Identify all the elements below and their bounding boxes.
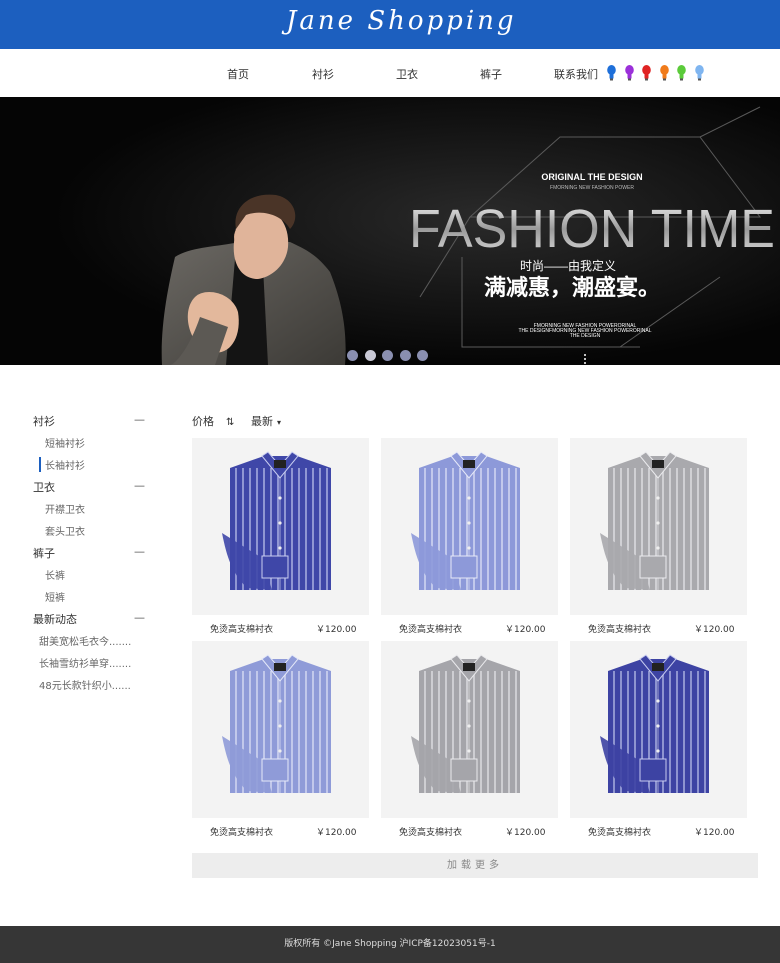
product-image[interactable]	[192, 641, 369, 818]
product-card[interactable]: 免烫高支棉衬衣 ￥120.00	[570, 641, 747, 841]
product-name[interactable]: 免烫高支棉衬衣	[210, 825, 273, 838]
sidebar-subitem[interactable]: 短裤	[45, 589, 65, 604]
sort-price[interactable]: 价格 ⇅	[192, 413, 234, 429]
shirt-image	[411, 451, 520, 590]
shirt-image	[411, 654, 520, 793]
main-nav: 首页 衬衫 卫衣 裤子 联系我们	[0, 49, 780, 97]
sidebar-subitem[interactable]: 套头卫衣	[45, 523, 85, 538]
product-image[interactable]	[192, 438, 369, 615]
slider-dot[interactable]	[382, 350, 393, 361]
lightbulb-icon[interactable]	[624, 65, 634, 81]
sidebar-category[interactable]: 裤子 —	[33, 545, 145, 561]
footer-copyright: 版权所有 ©Jane Shopping 沪ICP备12023051号-1	[284, 939, 496, 949]
product-image[interactable]	[570, 438, 747, 615]
news-item[interactable]: 48元长款针织小......	[39, 677, 131, 692]
shirt-image	[222, 654, 331, 793]
product-name[interactable]: 免烫高支棉衬衣	[210, 622, 273, 635]
slider-dot[interactable]	[399, 350, 411, 361]
sidebar-category[interactable]: 最新动态 —	[33, 611, 145, 627]
banner-tagline: ORIGINAL THE DESIGN	[541, 172, 642, 182]
product-card[interactable]: 免烫高支棉衬衣 ￥120.00	[570, 438, 747, 638]
product-image[interactable]	[570, 641, 747, 818]
sidebar-subitem[interactable]: 长袖衬衫	[39, 457, 85, 472]
sort-latest[interactable]: 最新 ▾	[251, 413, 281, 429]
lightbulb-icon[interactable]	[659, 65, 669, 81]
chevron-down-icon: ▾	[277, 418, 282, 427]
product-image[interactable]	[381, 438, 558, 615]
banner-headline: FASHION TIME	[409, 199, 775, 259]
sidebar-category[interactable]: 衬衫 —	[33, 413, 145, 429]
scroll-hint-icon	[584, 354, 586, 364]
collapse-icon[interactable]: —	[134, 545, 145, 558]
nav-pants[interactable]: 裤子	[480, 66, 502, 82]
sidebar-category-label: 最新动态	[33, 613, 77, 626]
hero-banner[interactable]: ORIGINAL THE DESIGN FMORNING NEW FASHION…	[0, 97, 780, 365]
nav-home[interactable]: 首页	[227, 66, 249, 82]
banner-slogan-big: 满减惠，潮盛宴。	[484, 275, 660, 300]
product-card[interactable]: 免烫高支棉衬衣 ￥120.00	[192, 641, 369, 841]
shirt-image	[600, 654, 709, 793]
lightbulb-icon[interactable]	[677, 65, 686, 81]
footer: 版权所有 ©Jane Shopping 沪ICP备12023051号-1	[0, 926, 780, 963]
product-card[interactable]: 免烫高支棉衬衣 ￥120.00	[381, 438, 558, 638]
shirt-image	[600, 451, 709, 590]
sidebar-category-label: 衬衫	[33, 415, 55, 428]
product-image[interactable]	[381, 641, 558, 818]
product-name[interactable]: 免烫高支棉衬衣	[588, 825, 651, 838]
banner-art: ORIGINAL THE DESIGN FMORNING NEW FASHION…	[0, 97, 780, 365]
top-header: Jane Shopping	[0, 0, 780, 49]
news-item[interactable]: 甜美宽松毛衣今.......	[39, 633, 131, 648]
collapse-icon[interactable]: —	[134, 479, 145, 492]
lightbulb-icon[interactable]	[642, 65, 651, 81]
product-price: ￥120.00	[316, 828, 357, 838]
sort-arrows-icon: ⇅	[226, 417, 235, 428]
sidebar-subitem[interactable]: 短袖衬衫	[45, 435, 85, 450]
product-price: ￥120.00	[505, 828, 546, 838]
nav-contact[interactable]: 联系我们	[554, 66, 598, 82]
product-price: ￥120.00	[316, 625, 357, 635]
product-card[interactable]: 免烫高支棉衬衣 ￥120.00	[381, 641, 558, 841]
product-price: ￥120.00	[694, 828, 735, 838]
collapse-icon[interactable]: —	[134, 611, 145, 624]
lightbulb-icon[interactable]	[607, 65, 616, 81]
product-price: ￥120.00	[505, 625, 546, 635]
news-item[interactable]: 长袖雪纺衫单穿.......	[39, 655, 131, 670]
sidebar-subitem[interactable]: 开襟卫衣	[45, 501, 85, 516]
banner-slogan-small: 时尚——由我定义	[520, 258, 616, 273]
collapse-icon[interactable]: —	[134, 413, 145, 426]
sidebar-subitem[interactable]: 长裤	[45, 567, 65, 582]
lightbulb-icon[interactable]	[694, 65, 704, 81]
banner-tagline-sub: FMORNING NEW FASHION POWER	[550, 185, 634, 191]
sidebar-category[interactable]: 卫衣 —	[33, 479, 145, 495]
slider-dot[interactable]	[364, 350, 376, 361]
slider-dot[interactable]	[417, 350, 428, 361]
nav-shirts[interactable]: 衬衫	[312, 66, 334, 82]
product-card[interactable]: 免烫高支棉衬衣 ￥120.00	[192, 438, 369, 638]
product-price: ￥120.00	[694, 625, 735, 635]
product-name[interactable]: 免烫高支棉衬衣	[588, 622, 651, 635]
banner-fine-print-3: THE DESIGN	[570, 333, 601, 339]
shirt-image	[222, 451, 331, 590]
slider-dot[interactable]	[347, 350, 358, 361]
nav-hoodies[interactable]: 卫衣	[396, 66, 418, 82]
sidebar-category-label: 裤子	[33, 547, 55, 560]
site-logo[interactable]: Jane Shopping	[286, 6, 517, 36]
sidebar-category-label: 卫衣	[33, 481, 55, 494]
load-more-button[interactable]: 加载更多	[192, 853, 758, 878]
product-name[interactable]: 免烫高支棉衬衣	[399, 622, 462, 635]
product-name[interactable]: 免烫高支棉衬衣	[399, 825, 462, 838]
